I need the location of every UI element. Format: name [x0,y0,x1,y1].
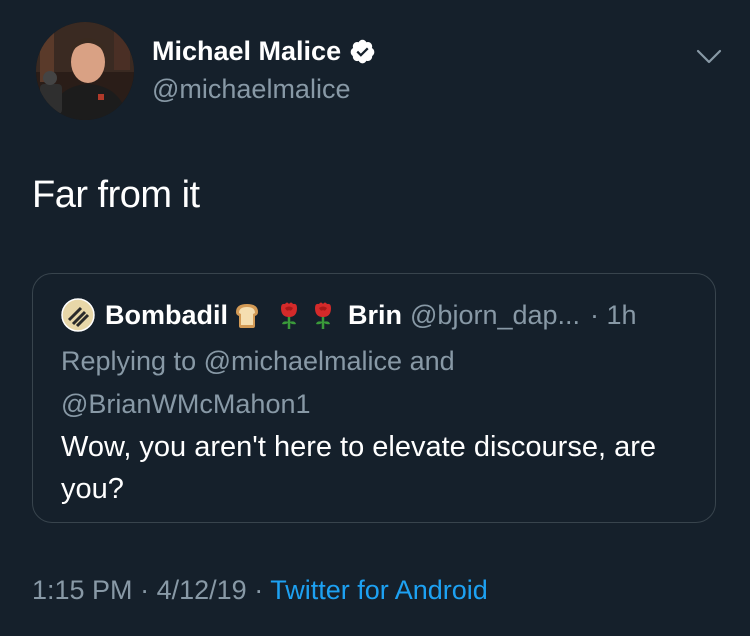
quoted-tweet-header: Bombadil Brin @bjorn_dap... · 1h [61,298,637,332]
rose-emoji-icon [315,302,332,329]
tweet-meta: 1:15 PM · 4/12/19 · Twitter for Android [32,575,488,606]
bread-emoji-icon [236,304,259,328]
replying-to: Replying to @michaelmalice and @BrianWMc… [61,340,691,426]
tweet-card: Michael Malice @michaelmalice Far from i… [0,0,750,636]
quoted-tweet[interactable]: Bombadil Brin @bjorn_dap... · 1h Replyin… [32,273,716,523]
quoted-name-second[interactable]: Brin [348,300,402,331]
rose-emoji-icon [281,302,298,329]
quoted-avatar[interactable] [61,298,95,332]
tweet-source-link[interactable]: Twitter for Android [270,575,488,605]
tweet-date[interactable]: 4/12/19 [157,575,247,605]
verified-badge-icon [350,39,375,64]
reply-mention-1[interactable]: @michaelmalice [204,346,402,376]
reply-joiner: and [409,346,455,376]
replying-prefix: Replying to [61,346,197,376]
meta-separator: · [140,575,150,605]
author-avatar[interactable] [36,22,134,120]
reply-mention-2[interactable]: @BrianWMcMahon1 [61,389,311,419]
quoted-timestamp: · 1h [590,299,637,330]
author-display-name[interactable]: Michael Malice [152,36,341,67]
author-name-row[interactable]: Michael Malice [152,36,376,67]
tweet-text: Far from it [32,174,200,216]
quoted-tweet-text: Wow, you aren't here to elevate discours… [61,431,656,505]
quoted-handle[interactable]: @bjorn_dap... [410,300,580,331]
quoted-name-first[interactable]: Bombadil [105,300,228,331]
avatar-photo [36,22,134,120]
tweet-time[interactable]: 1:15 PM [32,575,133,605]
author-handle[interactable]: @michaelmalice [152,74,350,105]
chevron-down-icon[interactable] [696,48,722,66]
meta-separator: · [254,575,264,605]
